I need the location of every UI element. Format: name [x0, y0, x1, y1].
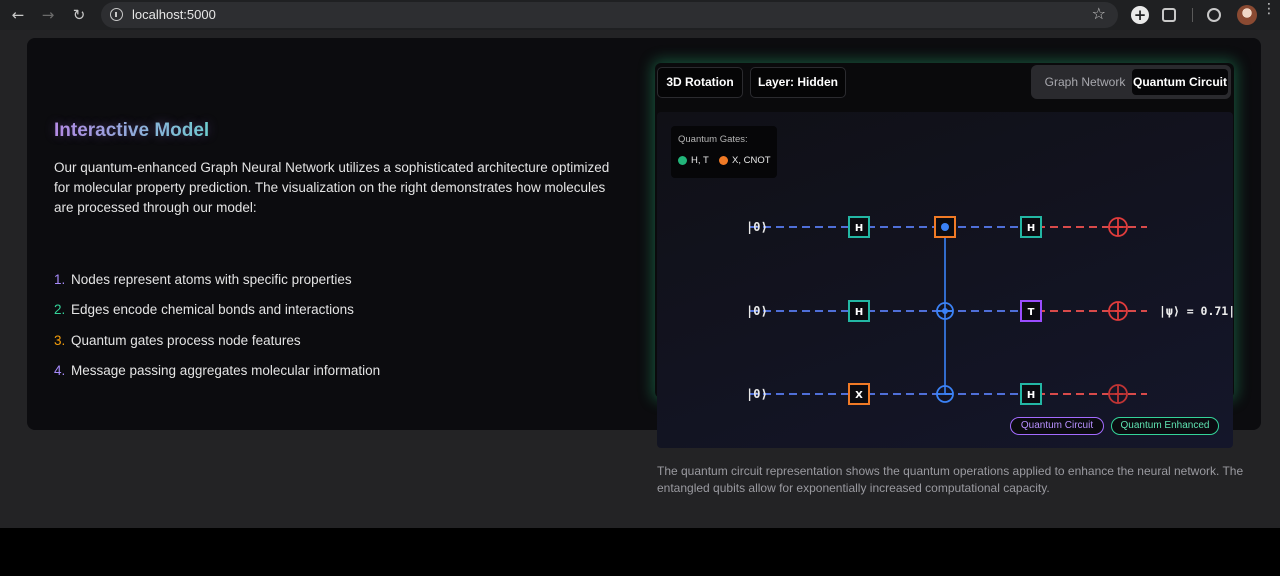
state-vector-label: |ψ⟩ = 0.71|0	[1159, 304, 1233, 318]
gate-label: H	[1027, 223, 1035, 234]
quantum-enhanced-tag: Quantum Enhanced	[1111, 417, 1219, 435]
panel-caption: The quantum circuit representation shows…	[657, 464, 1244, 495]
section-title: Interactive Model	[54, 120, 210, 141]
qubit-label: |0⟩	[746, 387, 768, 401]
sync-icon[interactable]	[1207, 8, 1221, 22]
browser-toolbar: ← → ↻ localhost:5000 ☆ + ⋮	[0, 0, 1280, 30]
forward-arrow-icon[interactable]: →	[38, 5, 58, 25]
view-toggle: Graph Network Quantum Circuit	[1031, 65, 1231, 99]
tab-quantum-circuit[interactable]: Quantum Circuit	[1132, 69, 1228, 95]
qubit-label: |0⟩	[746, 304, 768, 318]
control-dot	[941, 223, 949, 231]
layer-button[interactable]: Layer: Hidden	[750, 67, 846, 98]
circuit-canvas[interactable]: |0⟩ |0⟩ |0⟩ H H X H T H |ψ⟩ = 0.71| Quan…	[657, 112, 1233, 448]
legend-dot-green	[678, 156, 687, 165]
feature-text: Edges encode chemical bonds and interact…	[71, 302, 354, 317]
toolbar-divider	[1192, 8, 1193, 22]
url-text[interactable]: localhost:5000	[132, 7, 216, 22]
legend-dot-orange	[719, 156, 728, 165]
extensions-puzzle-icon[interactable]	[1162, 8, 1176, 22]
site-info-icon[interactable]	[110, 8, 123, 21]
back-arrow-icon[interactable]: ←	[8, 5, 28, 25]
rotation-button[interactable]: 3D Rotation	[657, 67, 743, 98]
reload-icon[interactable]: ↻	[69, 5, 89, 25]
feature-number: 3.	[54, 333, 66, 348]
qubit-label: |0⟩	[746, 220, 768, 234]
gate-label: X	[855, 390, 863, 401]
feature-item: 1. Nodes represent atoms with specific pr…	[54, 272, 352, 287]
feature-item: 4. Message passing aggregates molecular i…	[54, 363, 380, 378]
gate-label: T	[1028, 307, 1035, 318]
feature-number: 2.	[54, 302, 66, 317]
feature-number: 1.	[54, 272, 66, 287]
feature-number: 4.	[54, 363, 66, 378]
legend-item-label: X, CNOT	[732, 155, 771, 166]
profile-avatar[interactable]	[1237, 5, 1257, 25]
address-bar[interactable]: localhost:5000 ☆	[101, 2, 1118, 28]
feature-text: Quantum gates process node features	[71, 333, 301, 348]
legend-title: Quantum Gates:	[678, 134, 748, 145]
feature-text: Message passing aggregates molecular inf…	[71, 363, 381, 378]
quantum-circuit-tag: Quantum Circuit	[1010, 417, 1104, 435]
legend-item-label: H, T	[691, 155, 709, 166]
feature-item: 3. Quantum gates process node features	[54, 333, 301, 348]
gate-label: H	[1027, 390, 1035, 401]
kebab-menu-icon[interactable]: ⋮	[1262, 2, 1276, 24]
tab-graph-network[interactable]: Graph Network	[1037, 69, 1133, 95]
feature-text: Nodes represent atoms with specific prop…	[71, 272, 352, 287]
section-description: Our quantum-enhanced Graph Neural Networ…	[54, 160, 610, 215]
gate-label: H	[855, 223, 863, 234]
bookmark-star-icon[interactable]: ☆	[1092, 4, 1106, 23]
add-extension-icon[interactable]: +	[1131, 6, 1149, 24]
feature-item: 2. Edges encode chemical bonds and intera…	[54, 302, 354, 317]
gate-label: H	[855, 307, 863, 318]
gate-legend: Quantum Gates: H, T X, CNOT	[671, 126, 777, 178]
